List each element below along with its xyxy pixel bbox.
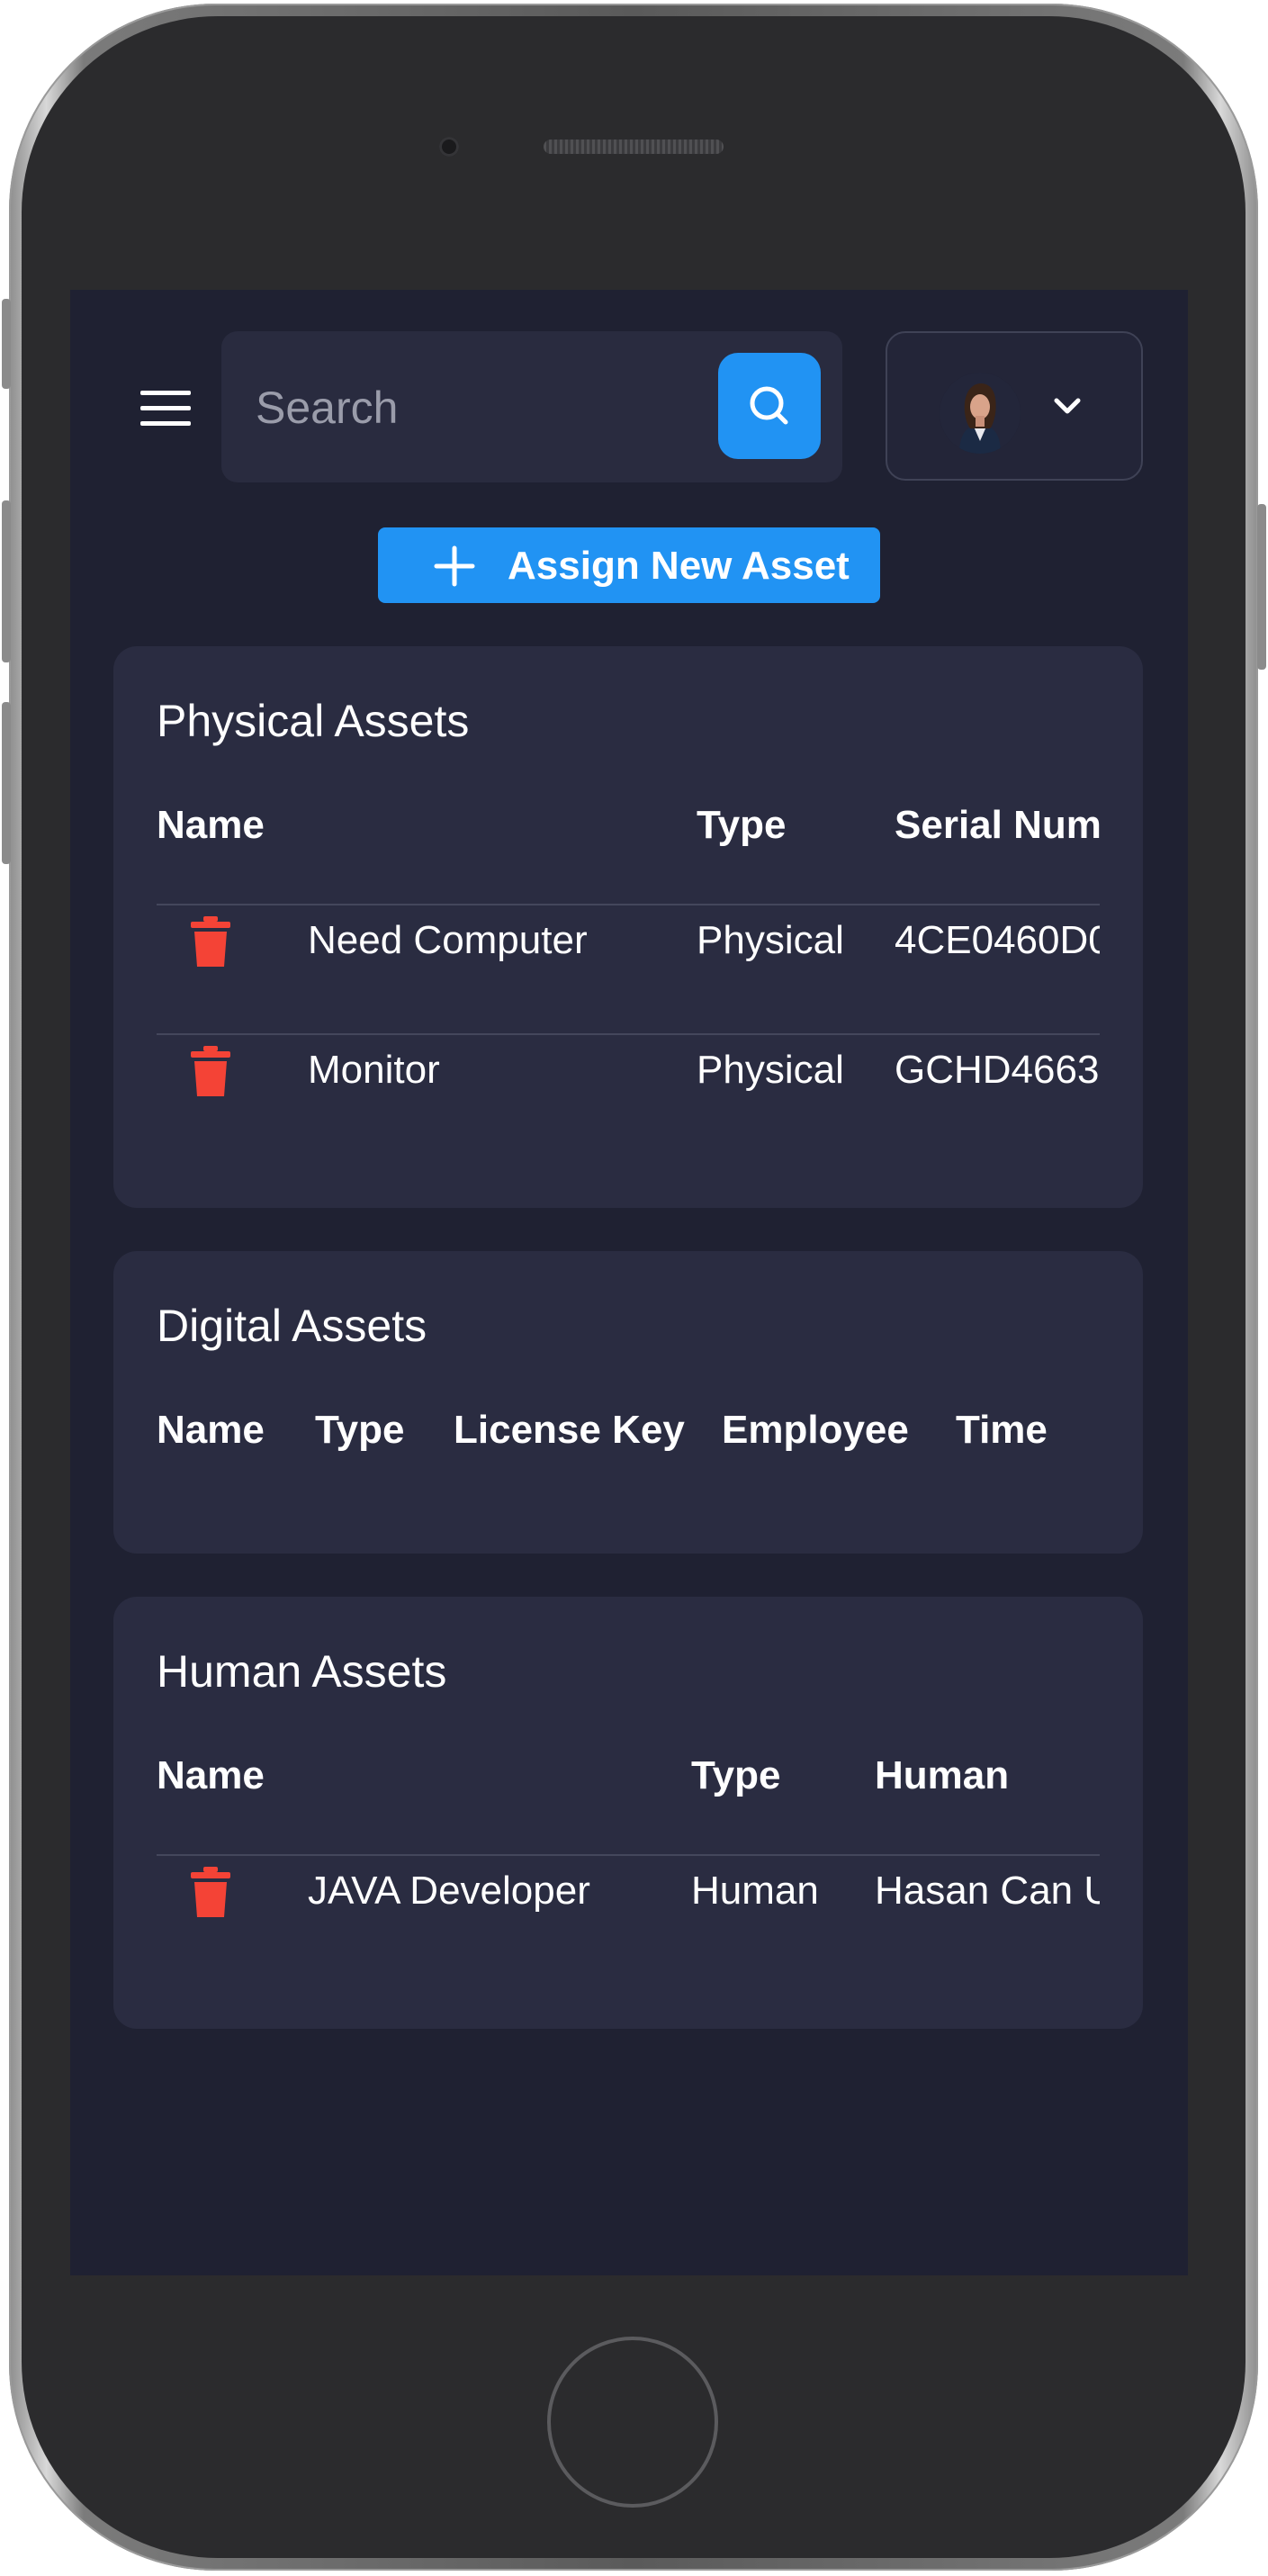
column-header-employee: Employee bbox=[722, 1408, 909, 1452]
asset-human: Hasan Can U bbox=[875, 1869, 1100, 1913]
earpiece-speaker bbox=[544, 140, 724, 154]
asset-type: Physical bbox=[697, 1048, 844, 1092]
mute-switch bbox=[2, 299, 11, 389]
profile-dropdown[interactable] bbox=[886, 331, 1143, 481]
human-assets-table: Name Type Human JAVA Developer Human Has… bbox=[157, 1597, 1100, 2029]
assign-button-label: Assign New Asset bbox=[508, 544, 850, 588]
column-header-type: Type bbox=[315, 1408, 405, 1452]
column-header-name: Name bbox=[157, 803, 265, 847]
home-button[interactable] bbox=[547, 2337, 718, 2508]
column-header-time: Time bbox=[956, 1408, 1048, 1452]
header-divider bbox=[157, 904, 1100, 905]
assign-new-asset-button[interactable]: Assign New Asset bbox=[378, 527, 880, 603]
column-header-license-key: License Key bbox=[454, 1408, 685, 1452]
app-screen: Assign New Asset Physical Assets Name Ty… bbox=[70, 290, 1188, 2275]
volume-up-button bbox=[2, 500, 11, 662]
avatar bbox=[940, 373, 1021, 454]
trash-icon[interactable] bbox=[191, 916, 230, 967]
asset-name: JAVA Developer bbox=[308, 1869, 590, 1913]
chevron-down-icon bbox=[1054, 398, 1081, 414]
asset-type: Human bbox=[691, 1869, 819, 1913]
column-header-serial: Serial Num bbox=[895, 803, 1100, 847]
column-header-name: Name bbox=[157, 1753, 265, 1797]
search-input[interactable] bbox=[254, 380, 680, 436]
column-header-type: Type bbox=[691, 1753, 781, 1797]
header-divider bbox=[157, 1854, 1100, 1856]
column-header-human: Human bbox=[875, 1753, 1010, 1797]
search-button[interactable] bbox=[718, 353, 821, 459]
search-icon bbox=[750, 386, 788, 425]
asset-serial: GCHD4663l bbox=[895, 1048, 1100, 1092]
human-assets-card: Human Assets Name Type Human JAVA Develo… bbox=[113, 1597, 1143, 2029]
digital-assets-table: Name Type License Key Employee Time bbox=[157, 1251, 1100, 1554]
physical-assets-card: Physical Assets Name Type Serial Num Nee… bbox=[113, 646, 1143, 1208]
asset-name: Need Computer bbox=[308, 918, 588, 962]
column-header-type: Type bbox=[697, 803, 787, 847]
top-bar bbox=[70, 290, 1188, 506]
column-header-name: Name bbox=[157, 1408, 265, 1452]
asset-serial: 4CE0460D0 bbox=[895, 918, 1100, 962]
asset-type: Physical bbox=[697, 918, 844, 962]
row-divider bbox=[157, 1033, 1100, 1035]
asset-name: Monitor bbox=[308, 1048, 440, 1092]
trash-icon[interactable] bbox=[191, 1046, 230, 1096]
trash-icon[interactable] bbox=[191, 1867, 230, 1917]
front-camera bbox=[439, 137, 459, 157]
search-bar bbox=[221, 331, 842, 482]
volume-down-button bbox=[2, 702, 11, 864]
physical-assets-table: Name Type Serial Num Need Computer Physi… bbox=[157, 646, 1100, 1208]
hamburger-menu-icon[interactable] bbox=[140, 391, 191, 427]
digital-assets-card: Digital Assets Name Type License Key Emp… bbox=[113, 1251, 1143, 1554]
plus-icon bbox=[434, 545, 475, 587]
power-button bbox=[1257, 504, 1266, 670]
